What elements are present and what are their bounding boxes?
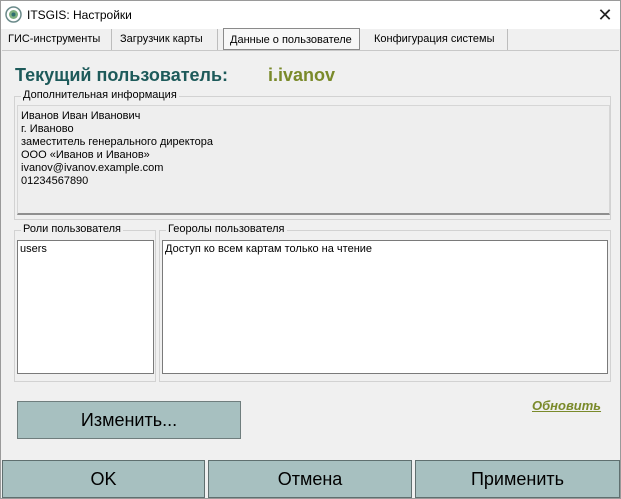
info-email: ivanov@ivanov.example.com <box>21 162 164 174</box>
georoles-list[interactable]: Доступ ко всем картам только на чтение <box>162 240 608 374</box>
list-item[interactable]: users <box>20 243 151 255</box>
cancel-button[interactable]: Отмена <box>208 460 412 498</box>
additional-info-group: Дополнительная информация Иванов Иван Ив… <box>14 89 611 220</box>
current-user-heading: Текущий пользователь: <box>15 65 229 85</box>
title-bar: ITSGIS: Настройки ✕ <box>1 1 620 29</box>
info-organization: ООО «Иванов и Иванов» <box>21 149 150 161</box>
roles-group: Роли пользователя users <box>14 223 156 382</box>
apply-button[interactable]: Применить <box>415 460 620 498</box>
additional-info-text: Иванов Иван Иванович г. Иваново заместит… <box>17 105 610 215</box>
window-title: ITSGIS: Настройки <box>27 8 132 22</box>
close-icon: ✕ <box>597 4 613 25</box>
roles-list[interactable]: users <box>17 240 154 374</box>
info-full-name: Иванов Иван Иванович <box>21 110 141 122</box>
tab-system-config[interactable]: Конфигурация системы <box>368 29 508 50</box>
current-user-login: i.ivanov <box>268 65 336 85</box>
tab-gis-tools[interactable]: ГИС-инструменты <box>2 29 112 50</box>
refresh-link[interactable]: Обновить <box>532 398 601 413</box>
list-item[interactable]: Доступ ко всем картам только на чтение <box>165 243 605 255</box>
info-phone: 01234567890 <box>21 175 89 187</box>
info-city: г. Иваново <box>21 123 74 135</box>
info-position: заместитель генерального директора <box>21 136 214 148</box>
tab-map-loader[interactable]: Загрузчик карты <box>114 29 218 50</box>
close-button[interactable]: ✕ <box>590 1 620 29</box>
edit-button[interactable]: Изменить... <box>17 401 241 439</box>
georoles-group: Георолы пользователя Доступ ко всем карт… <box>159 223 611 382</box>
georoles-legend: Георолы пользователя <box>166 223 287 235</box>
tab-user-data[interactable]: Данные о пользователе <box>223 28 360 50</box>
tab-strip: ГИС-инструменты Загрузчик карты Данные о… <box>2 28 619 51</box>
ok-button[interactable]: OK <box>2 460 205 498</box>
additional-info-legend: Дополнительная информация <box>21 89 179 101</box>
itsgis-logo-icon <box>5 6 22 23</box>
settings-window: ITSGIS: Настройки ✕ ГИС-инструменты Загр… <box>0 0 621 499</box>
roles-legend: Роли пользователя <box>21 223 124 235</box>
